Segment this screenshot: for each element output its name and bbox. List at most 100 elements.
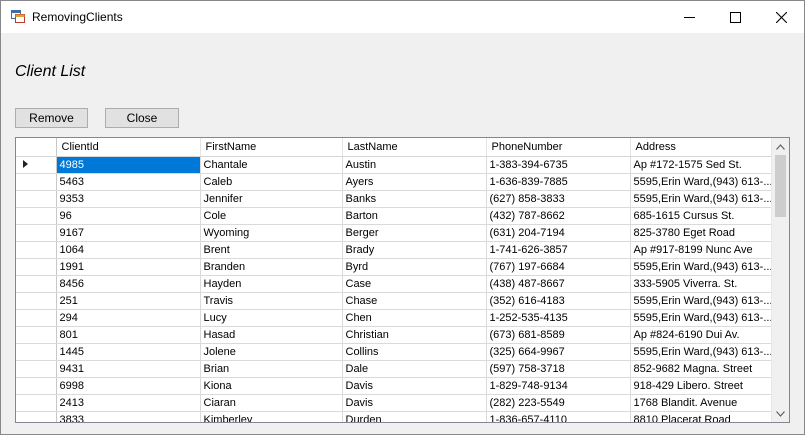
cell-firstname[interactable]: Brian: [200, 360, 343, 378]
minimize-button[interactable]: [666, 1, 712, 33]
row-header[interactable]: [16, 156, 57, 174]
cell-lastname[interactable]: Chen: [342, 309, 487, 327]
cell-phonenumber[interactable]: 1-829-748-9134: [486, 377, 631, 395]
close-window-button[interactable]: [758, 1, 804, 33]
cell-lastname[interactable]: Case: [342, 275, 487, 293]
cell-phonenumber[interactable]: (438) 487-8667: [486, 275, 631, 293]
cell-phonenumber[interactable]: 1-383-394-6735: [486, 156, 631, 174]
row-header[interactable]: [16, 394, 57, 412]
cell-lastname[interactable]: Dale: [342, 360, 487, 378]
table-row[interactable]: 9167 Wyoming Berger (631) 204-7194 825-3780 …: [16, 224, 774, 242]
cell-lastname[interactable]: Brady: [342, 241, 487, 259]
cell-firstname[interactable]: Wyoming: [200, 224, 343, 242]
cell-phonenumber[interactable]: (325) 664-9967: [486, 343, 631, 361]
cell-firstname[interactable]: Hasad: [200, 326, 343, 344]
cell-address[interactable]: 5595,Erin Ward,(943) 613-...: [630, 343, 774, 361]
cell-clientid[interactable]: 5463: [56, 173, 201, 191]
title-bar[interactable]: RemovingClients: [1, 1, 804, 33]
cell-phonenumber[interactable]: 1-252-535-4135: [486, 309, 631, 327]
cell-phonenumber[interactable]: (352) 616-4183: [486, 292, 631, 310]
table-row[interactable]: 4985 Chantale Austin 1-383-394-6735 Ap #172-…: [16, 156, 774, 174]
cell-lastname[interactable]: Banks: [342, 190, 487, 208]
cell-phonenumber[interactable]: (631) 204-7194: [486, 224, 631, 242]
cell-lastname[interactable]: Chase: [342, 292, 487, 310]
remove-button[interactable]: Remove: [15, 108, 88, 128]
row-header[interactable]: [16, 258, 57, 276]
corner-header[interactable]: [16, 138, 57, 157]
column-header-clientid[interactable]: ClientId: [56, 138, 201, 157]
cell-clientid[interactable]: 8456: [56, 275, 201, 293]
table-row[interactable]: 8456 Hayden Case (438) 487-8667 333-5905 Viv…: [16, 275, 774, 293]
table-row[interactable]: 1064 Brent Brady 1-741-626-3857 Ap #917-8199…: [16, 241, 774, 259]
column-header-lastname[interactable]: LastName: [342, 138, 487, 157]
cell-phonenumber[interactable]: (432) 787-8662: [486, 207, 631, 225]
cell-clientid[interactable]: 294: [56, 309, 201, 327]
cell-lastname[interactable]: Austin: [342, 156, 487, 174]
clients-grid[interactable]: ClientId FirstName LastName PhoneNumber …: [15, 137, 790, 423]
scroll-thumb[interactable]: [775, 155, 786, 217]
table-row[interactable]: 96 Cole Barton (432) 787-8662 685-1615 Cursu…: [16, 207, 774, 225]
cell-clientid[interactable]: 6998: [56, 377, 201, 395]
cell-lastname[interactable]: Christian: [342, 326, 487, 344]
row-header[interactable]: [16, 292, 57, 310]
cell-address[interactable]: Ap #917-8199 Nunc Ave: [630, 241, 774, 259]
cell-lastname[interactable]: Berger: [342, 224, 487, 242]
cell-address[interactable]: 825-3780 Eget Road: [630, 224, 774, 242]
cell-address[interactable]: 5595,Erin Ward,(943) 613-...: [630, 173, 774, 191]
cell-clientid[interactable]: 1991: [56, 258, 201, 276]
row-header[interactable]: [16, 275, 57, 293]
table-row[interactable]: 294 Lucy Chen 1-252-535-4135 5595,Erin Ward,…: [16, 309, 774, 327]
cell-firstname[interactable]: Travis: [200, 292, 343, 310]
cell-lastname[interactable]: Barton: [342, 207, 487, 225]
column-header-phonenumber[interactable]: PhoneNumber: [486, 138, 631, 157]
cell-firstname[interactable]: Chantale: [200, 156, 343, 174]
cell-clientid[interactable]: 9167: [56, 224, 201, 242]
cell-firstname[interactable]: Jennifer: [200, 190, 343, 208]
cell-clientid[interactable]: 9353: [56, 190, 201, 208]
column-header-address[interactable]: Address: [630, 138, 774, 157]
cell-lastname[interactable]: Ayers: [342, 173, 487, 191]
row-header[interactable]: [16, 173, 57, 191]
cell-clientid[interactable]: 801: [56, 326, 201, 344]
vertical-scrollbar[interactable]: [771, 138, 789, 422]
row-header[interactable]: [16, 241, 57, 259]
cell-lastname[interactable]: Durden: [342, 411, 487, 422]
table-row[interactable]: 9353 Jennifer Banks (627) 858-3833 5595,Erin…: [16, 190, 774, 208]
cell-address[interactable]: 5595,Erin Ward,(943) 613-...: [630, 309, 774, 327]
cell-firstname[interactable]: Jolene: [200, 343, 343, 361]
cell-clientid[interactable]: 4985: [56, 156, 201, 174]
table-row[interactable]: 251 Travis Chase (352) 616-4183 5595,Erin Wa…: [16, 292, 774, 310]
maximize-button[interactable]: [712, 1, 758, 33]
cell-clientid[interactable]: 1445: [56, 343, 201, 361]
cell-phonenumber[interactable]: 1-636-839-7885: [486, 173, 631, 191]
cell-firstname[interactable]: Lucy: [200, 309, 343, 327]
cell-phonenumber[interactable]: 1-741-626-3857: [486, 241, 631, 259]
cell-lastname[interactable]: Byrd: [342, 258, 487, 276]
cell-clientid[interactable]: 3833: [56, 411, 201, 422]
row-header[interactable]: [16, 360, 57, 378]
row-header[interactable]: [16, 207, 57, 225]
cell-address[interactable]: 5595,Erin Ward,(943) 613-...: [630, 190, 774, 208]
column-header-firstname[interactable]: FirstName: [200, 138, 343, 157]
scroll-down-button[interactable]: [772, 405, 789, 422]
cell-firstname[interactable]: Ciaran: [200, 394, 343, 412]
cell-address[interactable]: Ap #824-6190 Dui Av.: [630, 326, 774, 344]
table-row[interactable]: 801 Hasad Christian (673) 681-8589 Ap #824-6…: [16, 326, 774, 344]
table-row[interactable]: 9431 Brian Dale (597) 758-3718 852-9682 Magn…: [16, 360, 774, 378]
cell-clientid[interactable]: 251: [56, 292, 201, 310]
cell-phonenumber[interactable]: 1-836-657-4110: [486, 411, 631, 422]
close-button[interactable]: Close: [105, 108, 179, 128]
row-header[interactable]: [16, 190, 57, 208]
table-row[interactable]: 3833 Kimberley Durden 1-836-657-4110 8810 Pl…: [16, 411, 774, 422]
table-row[interactable]: 6998 Kiona Davis 1-829-748-9134 918-429 Libe…: [16, 377, 774, 395]
table-row[interactable]: 5463 Caleb Ayers 1-636-839-7885 5595,Erin Wa…: [16, 173, 774, 191]
cell-firstname[interactable]: Caleb: [200, 173, 343, 191]
cell-firstname[interactable]: Brent: [200, 241, 343, 259]
cell-firstname[interactable]: Kimberley: [200, 411, 343, 422]
cell-phonenumber[interactable]: (627) 858-3833: [486, 190, 631, 208]
cell-clientid[interactable]: 1064: [56, 241, 201, 259]
scroll-up-button[interactable]: [772, 138, 789, 155]
cell-firstname[interactable]: Kiona: [200, 377, 343, 395]
cell-phonenumber[interactable]: (282) 223-5549: [486, 394, 631, 412]
cell-address[interactable]: 1768 Blandit. Avenue: [630, 394, 774, 412]
